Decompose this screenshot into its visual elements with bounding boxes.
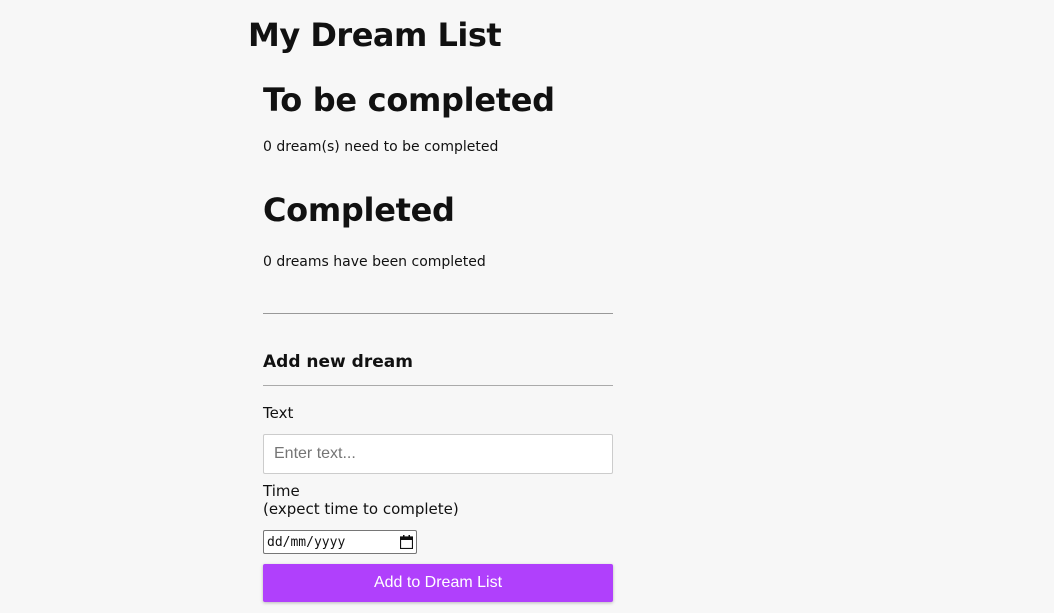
form-divider — [263, 385, 613, 386]
dream-text-input[interactable] — [263, 434, 613, 474]
todo-count: 0 dream(s) need to be completed — [263, 139, 499, 155]
add-to-dream-list-button[interactable]: Add to Dream List — [263, 564, 613, 602]
time-label-line2: (expect time to complete) — [263, 500, 459, 518]
completed-count: 0 dreams have been completed — [263, 254, 486, 270]
completed-heading: Completed — [263, 191, 455, 229]
section-divider — [263, 313, 613, 314]
text-label: Text — [263, 404, 294, 422]
date-input[interactable]: dd/mm/yyyy — [263, 530, 417, 554]
date-input-value: dd/mm/yyyy — [267, 534, 346, 550]
add-dream-form: Add new dream Text Time (expect time to … — [263, 351, 613, 602]
todo-heading: To be completed — [263, 81, 555, 119]
time-label: Time (expect time to complete) — [263, 482, 613, 518]
calendar-icon[interactable] — [399, 535, 414, 550]
app-title: My Dream List — [248, 16, 502, 54]
dream-list-container: To be completed 0 dream(s) need to be co… — [263, 78, 613, 602]
time-label-line1: Time — [263, 482, 300, 500]
form-title: Add new dream — [263, 352, 413, 372]
